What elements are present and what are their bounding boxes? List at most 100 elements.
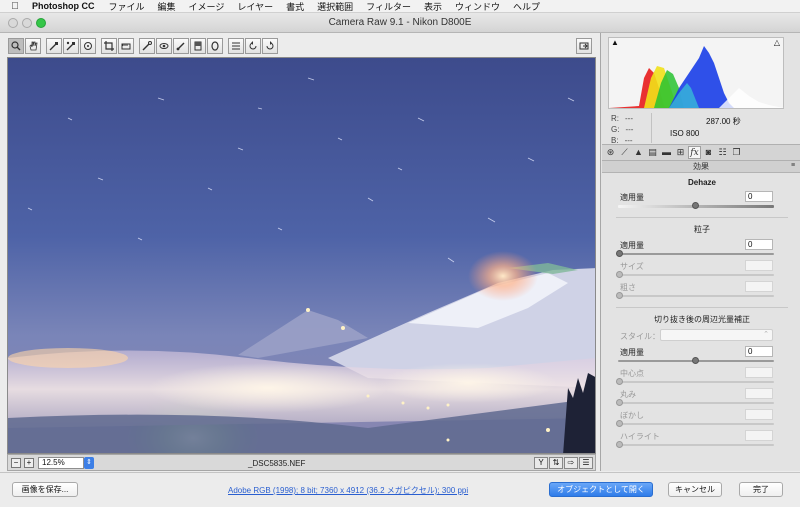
tab-camera-calibration-icon[interactable]: ◙ [702, 146, 715, 159]
preferences-icon[interactable] [228, 38, 244, 54]
tab-presets-icon[interactable]: ☷ [716, 146, 729, 159]
vignette-midpoint-track[interactable] [618, 381, 774, 383]
effects-controls: Dehaze 適用量 0 粒子 適用量 0 サイズ 粗さ 切り抜き後の周辺光量補… [616, 178, 788, 451]
zoom-tool-icon[interactable] [8, 38, 24, 54]
menu-window[interactable]: ウィンドウ [455, 0, 500, 13]
vignette-style-select[interactable] [660, 329, 773, 341]
rotate-ccw-icon[interactable] [245, 38, 261, 54]
vignette-roundness-track[interactable] [618, 402, 774, 404]
vignette-midpoint-thumb[interactable] [616, 378, 623, 385]
before-after-y-icon[interactable]: Y [534, 457, 548, 469]
vignette-feather-track[interactable] [618, 423, 774, 425]
divider [616, 307, 788, 308]
g-value: --- [625, 125, 634, 134]
vignette-midpoint-field[interactable] [745, 367, 773, 378]
zoom-level-select[interactable]: 12.5% ⇕ [38, 456, 94, 469]
menu-help[interactable]: ヘルプ [513, 0, 540, 13]
highlight-clipping-icon[interactable]: △ [772, 39, 782, 47]
open-object-button[interactable]: オブジェクトとして開く [549, 482, 653, 497]
tab-tone-curve-icon[interactable]: ⟋ [618, 146, 631, 159]
tab-detail-icon[interactable]: ▲ [632, 146, 645, 159]
vignette-highlights-thumb[interactable] [616, 441, 623, 448]
radial-filter-tool-icon[interactable] [207, 38, 223, 54]
zoom-in-button[interactable]: + [24, 457, 34, 468]
tab-basic-icon[interactable]: ⊛ [604, 146, 617, 159]
menu-view[interactable]: 表示 [424, 0, 442, 13]
dehaze-amount-field[interactable]: 0 [745, 191, 773, 202]
workflow-options-link[interactable]: Adobe RGB (1998); 8 bit; 7360 x 4912 (36… [228, 485, 468, 496]
grain-size-field[interactable] [745, 260, 773, 271]
zoom-dropdown-icon[interactable]: ⇕ [84, 456, 94, 469]
vignette-style-row: スタイル： [616, 329, 788, 346]
white-balance-tool-icon[interactable] [46, 38, 62, 54]
grain-roughness-label: 粗さ [620, 283, 636, 292]
window-title-bar: Camera Raw 9.1 - Nikon D800E [0, 13, 800, 33]
grain-roughness-track[interactable] [618, 295, 774, 297]
fullscreen-toggle-icon[interactable] [576, 38, 592, 54]
menu-bar:  Photoshop CC ファイル 編集 イメージ レイヤー 書式 選択範囲… [0, 0, 800, 13]
menu-image[interactable]: イメージ [189, 0, 225, 13]
shutter-speed: 287.00 秒 [706, 117, 741, 126]
done-button[interactable]: 完了 [739, 482, 783, 497]
divider [616, 217, 788, 218]
rotate-cw-icon[interactable] [262, 38, 278, 54]
vignette-roundness-field[interactable] [745, 388, 773, 399]
targeted-adjustment-tool-icon[interactable] [80, 38, 96, 54]
tab-lens-corrections-icon[interactable]: ⊞ [674, 146, 687, 159]
vignette-midpoint-label: 中心点 [620, 369, 644, 378]
menu-layer[interactable]: レイヤー [237, 0, 273, 13]
dehaze-amount-thumb[interactable] [692, 202, 699, 209]
vignette-roundness-thumb[interactable] [616, 399, 623, 406]
copy-settings-icon[interactable]: ⇨ [564, 457, 578, 469]
vignette-highlights-label: ハイライト [620, 432, 660, 441]
shadow-clipping-icon[interactable]: ▲ [610, 39, 620, 47]
image-preview-canvas[interactable] [7, 57, 596, 454]
grain-roughness-thumb[interactable] [616, 292, 623, 299]
tab-hsl-icon[interactable]: ▤ [646, 146, 659, 159]
toggle-preview-icon[interactable]: ☰ [579, 457, 593, 469]
red-eye-tool-icon[interactable] [156, 38, 172, 54]
color-sampler-tool-icon[interactable] [63, 38, 79, 54]
file-name: _DSC5835.NEF [248, 459, 306, 468]
panel-menu-icon[interactable]: ≡ [789, 162, 797, 170]
apple-icon[interactable]:  [10, 1, 20, 12]
vignette-roundness-label: 丸み [620, 390, 636, 399]
grain-roughness-field[interactable] [745, 281, 773, 292]
tab-split-toning-icon[interactable]: ▬ [660, 146, 673, 159]
menu-app-name[interactable]: Photoshop CC [32, 1, 95, 11]
tab-snapshots-icon[interactable]: ❐ [730, 146, 743, 159]
vignette-highlights-row: ハイライト [616, 430, 788, 451]
zoom-out-button[interactable]: − [11, 457, 21, 468]
r-value: --- [625, 114, 633, 123]
vignette-amount-thumb[interactable] [692, 357, 699, 364]
vignette-amount-field[interactable]: 0 [745, 346, 773, 357]
vignette-highlights-track[interactable] [618, 444, 774, 446]
save-image-button[interactable]: 画像を保存... [12, 482, 78, 497]
grain-amount-field[interactable]: 0 [745, 239, 773, 250]
menu-select[interactable]: 選択範囲 [317, 0, 353, 13]
vignette-feather-field[interactable] [745, 409, 773, 420]
straighten-tool-icon[interactable] [118, 38, 134, 54]
menu-file[interactable]: ファイル [109, 0, 145, 13]
tool-bar [8, 38, 278, 56]
menu-edit[interactable]: 編集 [158, 0, 176, 13]
hand-tool-icon[interactable] [25, 38, 41, 54]
cancel-button[interactable]: キャンセル [668, 482, 722, 497]
dehaze-title: Dehaze [687, 178, 716, 187]
vignette-feather-row: ぼかし [616, 409, 788, 430]
grain-amount-track[interactable] [618, 253, 774, 255]
menu-filter[interactable]: フィルター [366, 0, 411, 13]
grain-amount-thumb[interactable] [616, 250, 623, 257]
swap-settings-icon[interactable]: ⇅ [549, 457, 563, 469]
crop-tool-icon[interactable] [101, 38, 117, 54]
vignette-highlights-field[interactable] [745, 430, 773, 441]
menu-type[interactable]: 書式 [286, 0, 304, 13]
vignette-feather-thumb[interactable] [616, 420, 623, 427]
spot-removal-tool-icon[interactable] [139, 38, 155, 54]
window-title: Camera Raw 9.1 - Nikon D800E [328, 17, 472, 28]
grain-size-track[interactable] [618, 274, 774, 276]
adjustment-brush-tool-icon[interactable] [173, 38, 189, 54]
graduated-filter-tool-icon[interactable] [190, 38, 206, 54]
grain-size-thumb[interactable] [616, 271, 623, 278]
tab-effects-icon[interactable]: fx [688, 146, 701, 159]
